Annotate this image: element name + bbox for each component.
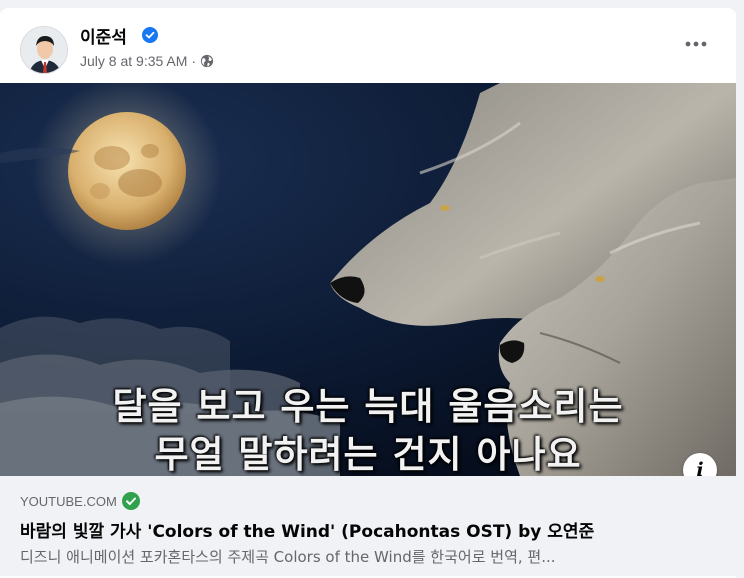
meta-separator: · (191, 53, 197, 69)
link-preview[interactable]: YOUTUBE.COM 바람의 빛깔 가사 'Colors of the Win… (0, 476, 736, 576)
link-thumbnail[interactable]: 달을 보고 우는 늑대 울음소리는 무얼 말하려는 건지 아나요 (0, 83, 736, 476)
more-options-button[interactable] (678, 32, 714, 56)
link-domain: YOUTUBE.COM (20, 493, 117, 509)
link-domain-row: YOUTUBE.COM (20, 492, 140, 510)
link-description: 디즈니 애니메이션 포카혼타스의 주제곡 Colors of the Wind를… (20, 548, 556, 566)
image-caption-line-1: 달을 보고 우는 늑대 울음소리는 (112, 385, 624, 428)
image-caption-line-2: 무얼 말하려는 건지 아나요 (154, 433, 582, 476)
post-header: 이준석 July 8 at 9:35 AM · (0, 8, 736, 83)
avatar[interactable] (20, 26, 68, 74)
link-title[interactable]: 바람의 빛깔 가사 'Colors of the Wind' (Pocahont… (20, 517, 594, 542)
author-name[interactable]: 이준석 (80, 23, 127, 48)
post-timestamp[interactable]: July 8 at 9:35 AM (80, 53, 187, 69)
domain-verified-check-icon (121, 492, 140, 510)
globe-icon[interactable] (200, 54, 214, 68)
post-card: 이준석 July 8 at 9:35 AM · 달을 보고 우는 늑대 울음소리… (0, 8, 736, 578)
avatar-portrait-icon (21, 27, 67, 73)
more-options-icon (685, 41, 707, 47)
post-meta: July 8 at 9:35 AM · (80, 53, 214, 69)
verified-badge-icon (142, 27, 158, 43)
